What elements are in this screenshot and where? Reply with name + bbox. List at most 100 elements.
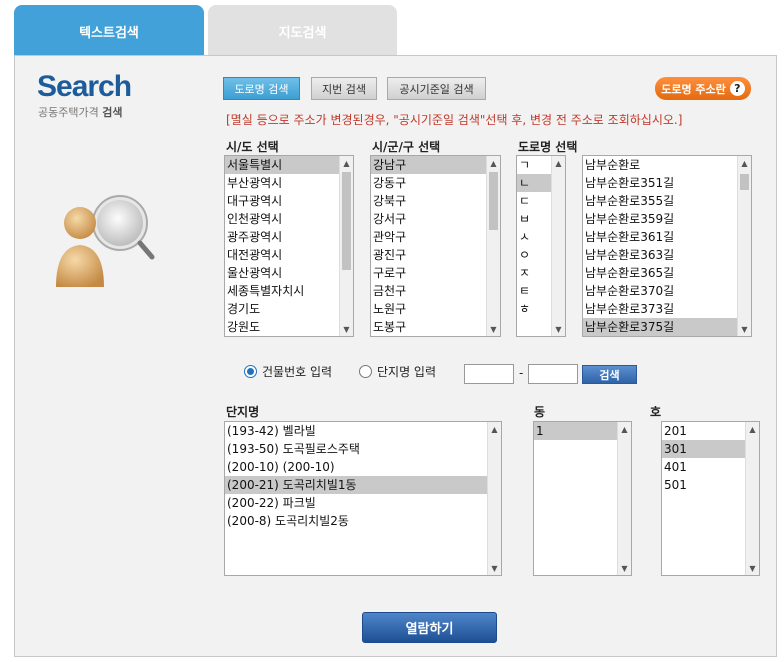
building-number-radio-label: 건물번호 입력 xyxy=(262,365,333,379)
help-icon: ? xyxy=(729,81,745,96)
complex-option[interactable]: (200-22) 파크빌 xyxy=(225,494,501,512)
building-number-main-input[interactable] xyxy=(464,364,514,384)
scroll-up-icon[interactable]: ▲ xyxy=(488,422,501,436)
ho-scrollbar[interactable]: ▲ ▼ xyxy=(745,422,759,575)
road-name-option[interactable]: 남부순환로359길 xyxy=(583,210,751,228)
logo-title: Search xyxy=(37,70,132,103)
scroll-down-icon[interactable]: ▼ xyxy=(738,322,751,336)
sido-option[interactable]: 강원도 xyxy=(225,318,353,336)
scroll-up-icon[interactable]: ▲ xyxy=(487,156,500,170)
tab-text-search[interactable]: 텍스트검색 xyxy=(14,5,204,57)
radio-unchecked-icon[interactable] xyxy=(359,365,372,378)
tab-map-search[interactable]: 지도검색 xyxy=(208,5,397,57)
sido-option[interactable]: 울산광역시 xyxy=(225,264,353,282)
road-name-option[interactable]: 남부순환로373길 xyxy=(583,300,751,318)
road-label: 도로명 선택 xyxy=(518,140,578,154)
sido-option[interactable]: 대구광역시 xyxy=(225,192,353,210)
scroll-up-icon[interactable]: ▲ xyxy=(746,422,759,436)
tab-text-search-label: 텍스트검색 xyxy=(79,25,139,41)
lot-number-search-button[interactable]: 지번 검색 xyxy=(311,77,377,100)
scroll-up-icon[interactable]: ▲ xyxy=(738,156,751,170)
sido-label: 시/도 선택 xyxy=(226,140,279,154)
scroll-up-icon[interactable]: ▲ xyxy=(552,156,565,170)
sigungu-option[interactable]: 광진구 xyxy=(371,246,500,264)
building-number-radio[interactable]: 건물번호 입력 xyxy=(244,363,332,380)
road-name-option[interactable]: 남부순환로 xyxy=(583,156,751,174)
sigungu-scrollbar[interactable]: ▲ ▼ xyxy=(486,156,500,336)
scroll-down-icon[interactable]: ▼ xyxy=(746,561,759,575)
tab-map-search-label: 지도검색 xyxy=(278,25,327,41)
sigungu-listbox[interactable]: 강남구 강동구 강북구 강서구 관악구 광진구 구로구 금천구 노원구 도봉구 ▲ ▼ xyxy=(370,155,501,337)
sigungu-option[interactable]: 노원구 xyxy=(371,300,500,318)
scroll-up-icon[interactable]: ▲ xyxy=(618,422,631,436)
initial-scrollbar[interactable]: ▲ ▼ xyxy=(551,156,565,336)
sigungu-option[interactable]: 강북구 xyxy=(371,192,500,210)
radio-checked-icon[interactable] xyxy=(244,365,257,378)
road-name-option[interactable]: 남부순환로363길 xyxy=(583,246,751,264)
sigungu-option[interactable]: 금천구 xyxy=(371,282,500,300)
building-number-sub-input[interactable] xyxy=(528,364,578,384)
road-name-option[interactable]: 남부순환로365길 xyxy=(583,264,751,282)
complex-option[interactable]: (200-10) (200-10) xyxy=(225,458,501,476)
road-scrollbar[interactable]: ▲ ▼ xyxy=(737,156,751,336)
road-name-search-label: 도로명 검색 xyxy=(234,82,289,96)
road-name-option[interactable]: 남부순환로370길 xyxy=(583,282,751,300)
sigungu-label: 시/군/구 선택 xyxy=(372,140,441,154)
sido-option[interactable]: 광주광역시 xyxy=(225,228,353,246)
sido-option[interactable]: 부산광역시 xyxy=(225,174,353,192)
scroll-down-icon[interactable]: ▼ xyxy=(340,322,353,336)
complex-option[interactable]: (193-50) 도곡필로스주택 xyxy=(225,440,501,458)
sido-option[interactable]: 세종특별자치시 xyxy=(225,282,353,300)
sido-option[interactable]: 대전광역시 xyxy=(225,246,353,264)
sigungu-option[interactable]: 도봉구 xyxy=(371,318,500,336)
road-address-info-label: 도로명 주소란 xyxy=(661,82,726,96)
sigungu-option[interactable]: 강서구 xyxy=(371,210,500,228)
sido-scrollbar[interactable]: ▲ ▼ xyxy=(339,156,353,336)
road-name-listbox[interactable]: 남부순환로 남부순환로351길 남부순환로355길 남부순환로359길 남부순환로361… xyxy=(582,155,752,337)
road-name-search-button[interactable]: 도로명 검색 xyxy=(223,77,300,100)
dong-scrollbar[interactable]: ▲ ▼ xyxy=(617,422,631,575)
sigungu-option[interactable]: 구로구 xyxy=(371,264,500,282)
complex-name-radio[interactable]: 단지명 입력 xyxy=(359,363,436,380)
scroll-up-icon[interactable]: ▲ xyxy=(340,156,353,170)
complex-scrollbar[interactable]: ▲ ▼ xyxy=(487,422,501,575)
sido-option[interactable]: 인천광역시 xyxy=(225,210,353,228)
notice-text: [멸실 등으로 주소가 변경된경우, "공시기준일 검색"선택 후, 변경 전 … xyxy=(226,113,683,127)
scroll-down-icon[interactable]: ▼ xyxy=(487,322,500,336)
road-name-option[interactable]: 남부순환로351길 xyxy=(583,174,751,192)
logo-subtitle-bold: 검색 xyxy=(102,106,123,119)
complex-option[interactable]: (200-21) 도곡리치빌1동 xyxy=(225,476,501,494)
sido-option[interactable]: 서울특별시 xyxy=(225,156,353,174)
road-name-option[interactable]: 남부순환로375길 xyxy=(583,318,751,336)
complex-option[interactable]: (200-8) 도곡리치빌2동 xyxy=(225,512,501,530)
logo-subtitle-main: 공동주택가격 xyxy=(38,106,99,119)
scroll-down-icon[interactable]: ▼ xyxy=(488,561,501,575)
base-date-search-button[interactable]: 공시기준일 검색 xyxy=(387,77,486,100)
number-dash: - xyxy=(519,366,524,380)
sigungu-option[interactable]: 관악구 xyxy=(371,228,500,246)
complex-listbox[interactable]: (193-42) 벨라빌 (193-50) 도곡필로스주택 (200-10) (20… xyxy=(224,421,502,576)
scroll-down-icon[interactable]: ▼ xyxy=(618,561,631,575)
sigungu-option[interactable]: 강남구 xyxy=(371,156,500,174)
complex-option[interactable]: (193-42) 벨라빌 xyxy=(225,422,501,440)
initial-consonant-listbox[interactable]: ㄱㄴㄷㅂㅅㅇㅈㅌㅎ ▲ ▼ xyxy=(516,155,566,337)
road-address-info-button[interactable]: 도로명 주소란 ? xyxy=(655,77,751,100)
complex-label: 단지명 xyxy=(226,405,260,419)
dong-label: 동 xyxy=(534,405,546,419)
sigungu-option[interactable]: 강동구 xyxy=(371,174,500,192)
search-button-label: 검색 xyxy=(599,368,620,382)
road-name-option[interactable]: 남부순환로361길 xyxy=(583,228,751,246)
dong-listbox[interactable]: 1 ▲ ▼ xyxy=(533,421,632,576)
complex-name-radio-label: 단지명 입력 xyxy=(377,365,437,379)
ho-listbox[interactable]: 201 301 401 501 ▲ ▼ xyxy=(661,421,760,576)
sido-listbox[interactable]: 서울특별시 부산광역시 대구광역시 인천광역시 광주광역시 대전광역시 울산광역시 세종특별자… xyxy=(224,155,354,337)
scroll-down-icon[interactable]: ▼ xyxy=(552,322,565,336)
view-button-label: 열람하기 xyxy=(405,622,454,637)
road-name-option[interactable]: 남부순환로355길 xyxy=(583,192,751,210)
sido-option[interactable]: 경기도 xyxy=(225,300,353,318)
base-date-search-label: 공시기준일 검색 xyxy=(399,82,474,96)
search-button[interactable]: 검색 xyxy=(582,365,637,384)
logo-subtitle: 공동주택가격 검색 xyxy=(38,104,122,120)
user-search-illustration-icon xyxy=(56,195,155,287)
view-button[interactable]: 열람하기 xyxy=(362,612,497,643)
